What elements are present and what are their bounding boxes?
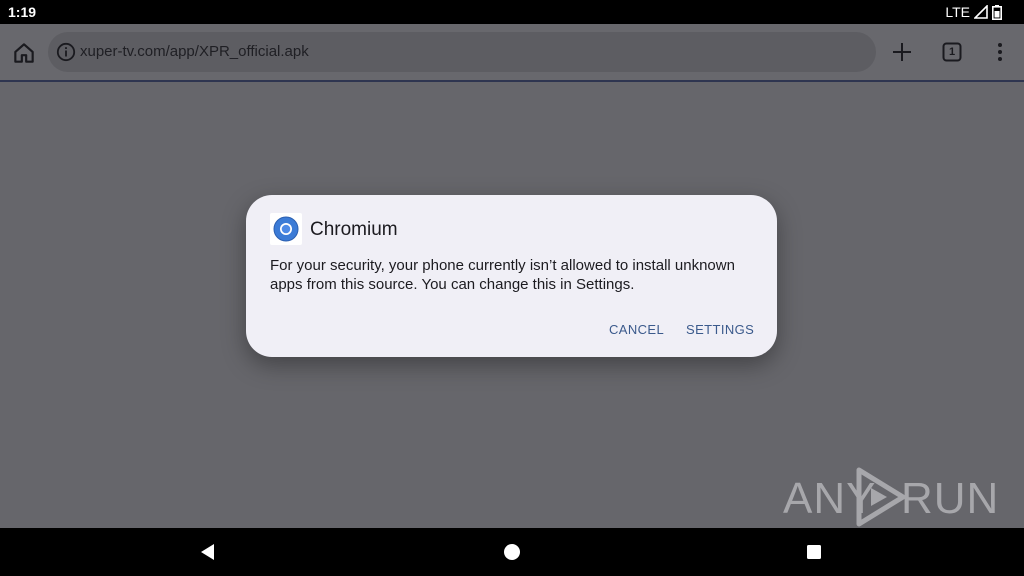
more-vert-icon bbox=[998, 43, 1002, 61]
info-icon[interactable] bbox=[56, 42, 76, 62]
tab-switcher-button[interactable]: 1 bbox=[938, 38, 966, 66]
home-icon bbox=[14, 43, 34, 63]
cancel-button[interactable]: CANCEL bbox=[609, 322, 664, 337]
status-icons: LTE bbox=[945, 4, 1002, 20]
plus-icon bbox=[893, 43, 911, 61]
url-text[interactable]: xuper-tv.com/app/XPR_official.apk bbox=[80, 43, 309, 60]
signal-icon bbox=[974, 5, 988, 19]
settings-button[interactable]: SETTINGS bbox=[686, 322, 754, 337]
tab-count: 1 bbox=[948, 46, 956, 58]
dialog-title: Chromium bbox=[310, 219, 398, 240]
battery-icon bbox=[992, 4, 1002, 20]
browser-toolbar: xuper-tv.com/app/XPR_official.apk 1 bbox=[0, 24, 1024, 82]
menu-button[interactable] bbox=[986, 38, 1014, 66]
install-blocked-dialog: Chromium For your security, your phone c… bbox=[246, 195, 777, 357]
status-bar: 1:19 LTE bbox=[0, 0, 1024, 24]
status-time: 1:19 bbox=[8, 4, 37, 20]
dialog-message: For your security, your phone currently … bbox=[270, 257, 735, 293]
home-circle-icon[interactable] bbox=[502, 542, 522, 562]
recents-icon[interactable] bbox=[804, 542, 824, 562]
network-type: LTE bbox=[945, 4, 970, 20]
app-icon-container bbox=[270, 213, 302, 245]
back-icon[interactable] bbox=[198, 542, 218, 562]
system-nav-bar bbox=[0, 528, 1024, 576]
home-button[interactable] bbox=[11, 40, 37, 66]
watermark-text-right: RUN bbox=[901, 474, 1000, 523]
chromium-icon bbox=[273, 216, 299, 242]
anyrun-watermark: ANY RUN bbox=[783, 466, 998, 528]
url-bar[interactable]: xuper-tv.com/app/XPR_official.apk bbox=[48, 32, 876, 72]
new-tab-button[interactable] bbox=[888, 38, 916, 66]
